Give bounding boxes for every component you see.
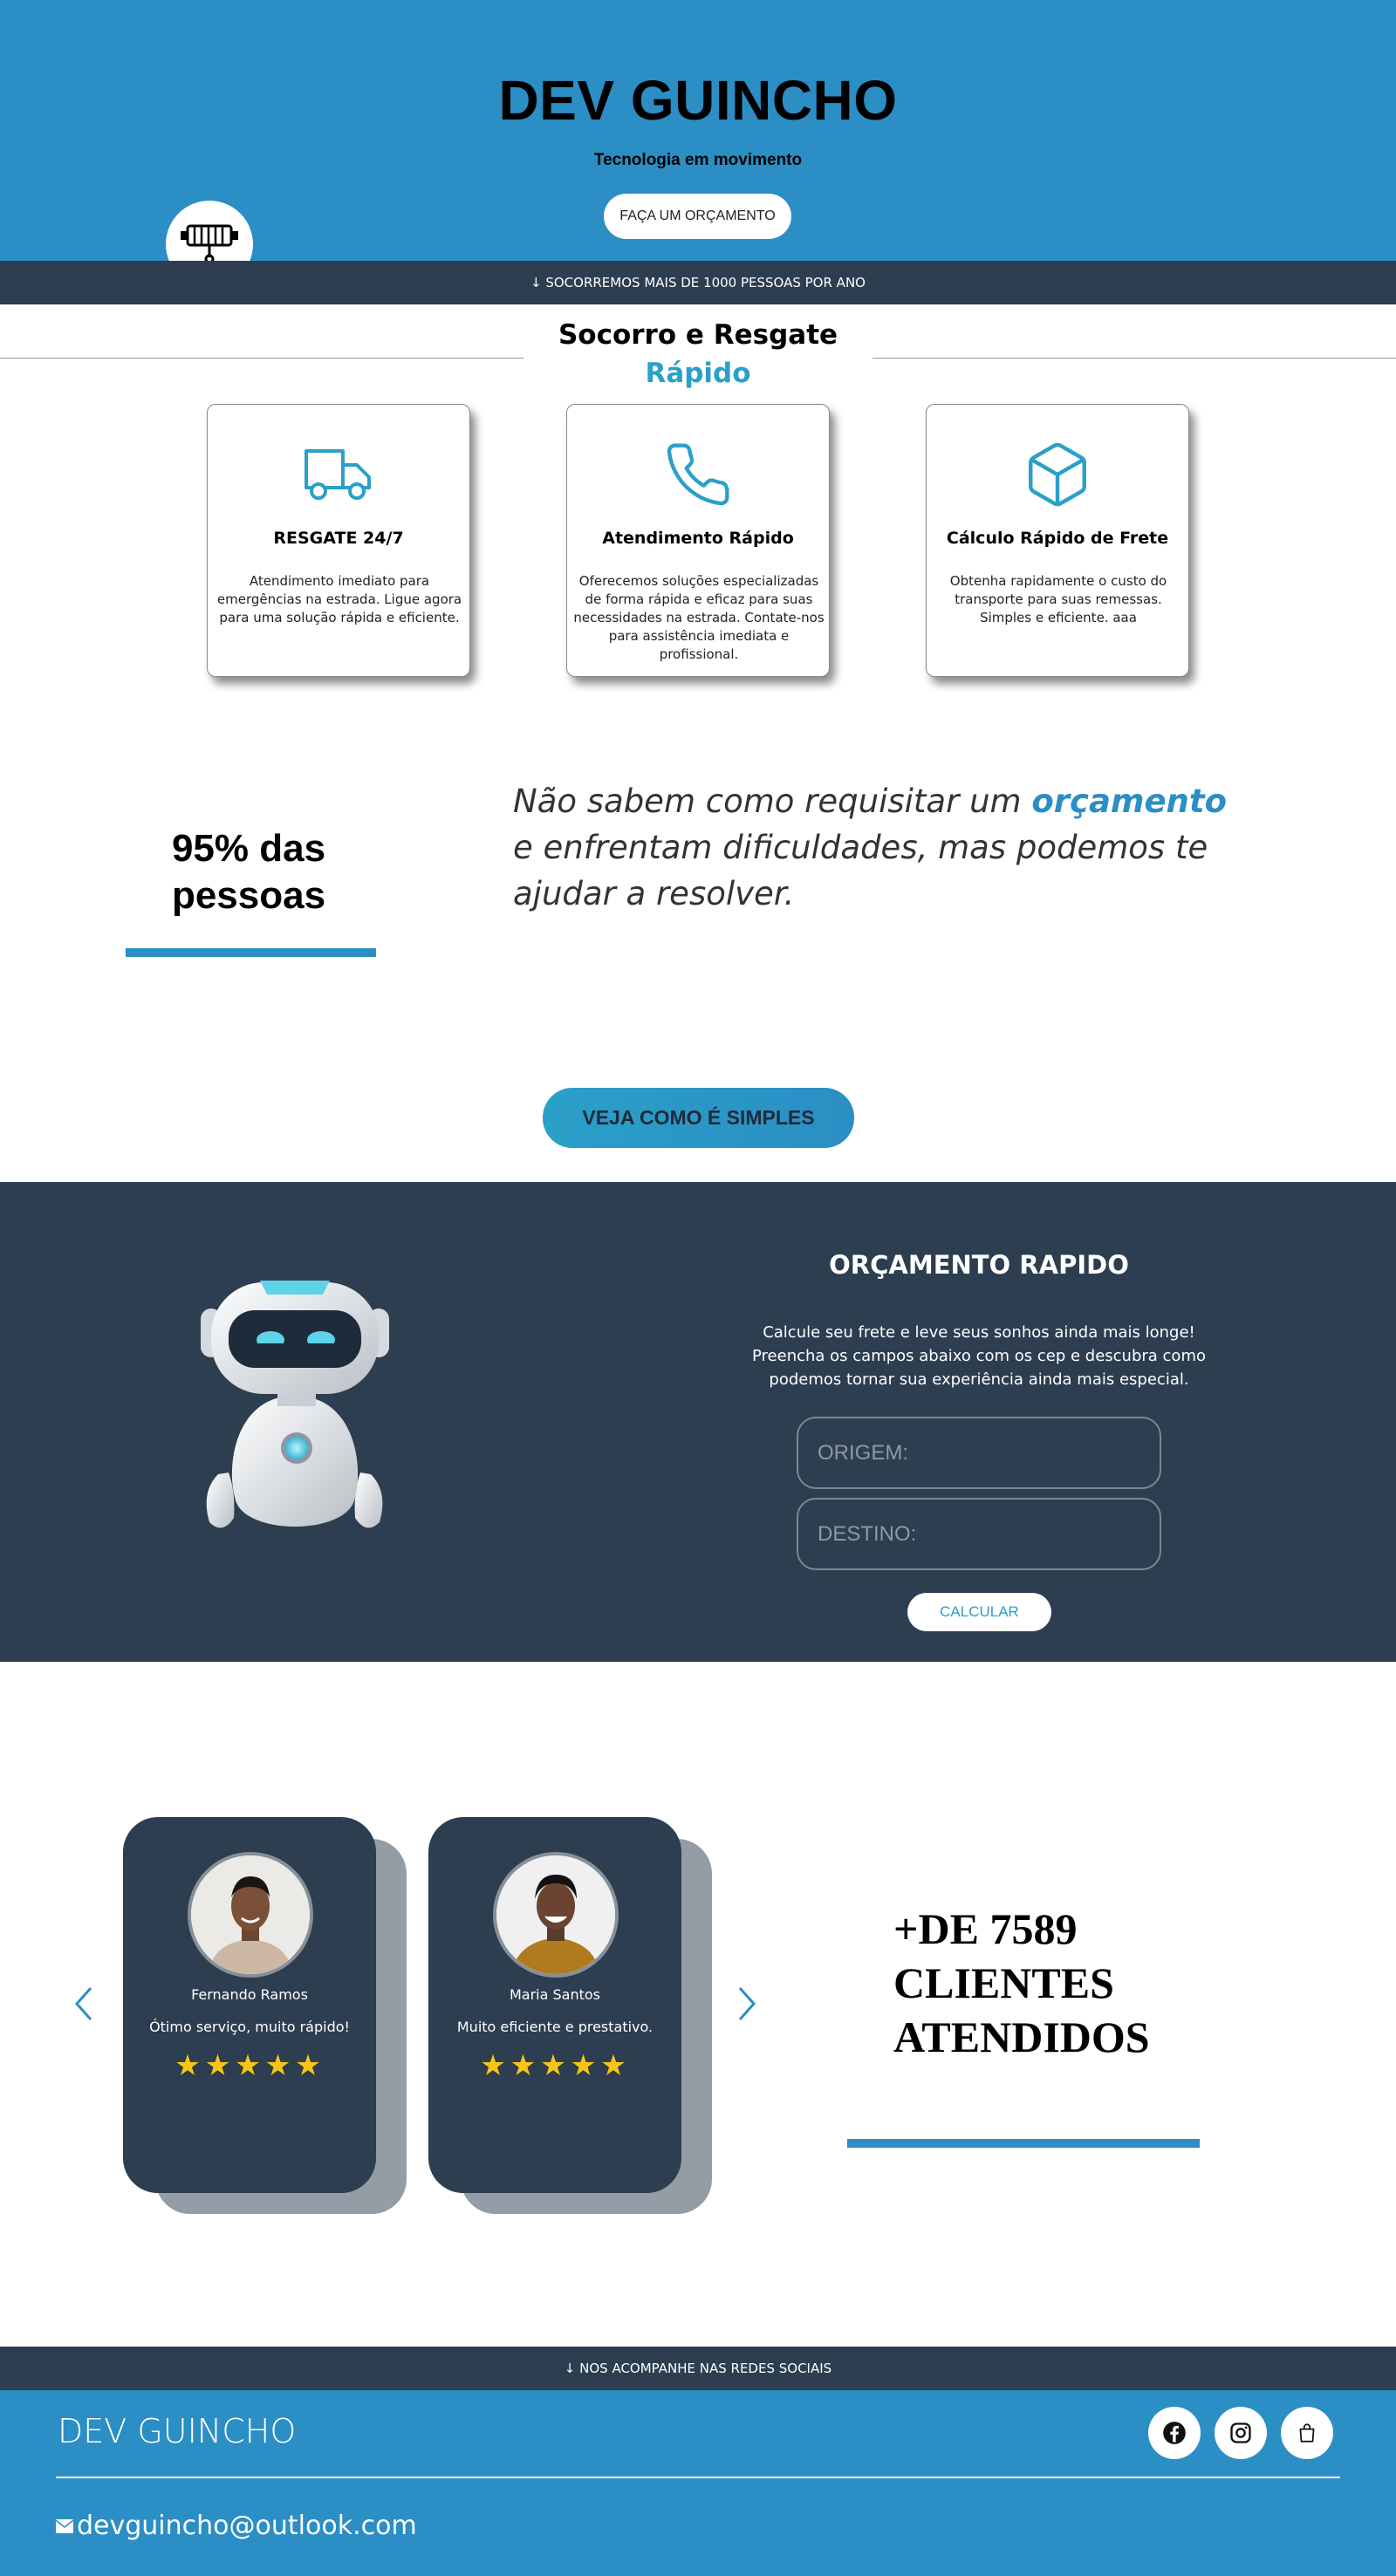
clients-count: +DE 7589 CLIENTES ATENDIDOS [893, 1902, 1260, 2064]
star-rating: ★★★★★ [479, 2048, 631, 2083]
footer-email[interactable]: devguincho@outlook.com [56, 2511, 417, 2541]
percent-stat: 95% das pessoas [171, 827, 326, 917]
testimonial-text: Muito eficiente e prestativo. [456, 2019, 654, 2035]
percent-underline [126, 948, 376, 957]
social-bar: ↓ NOS ACOMPANHE NAS REDES SOCIAIS [0, 2347, 1396, 2390]
feature-title: Atendimento Rápido [602, 529, 794, 548]
instagram-link[interactable] [1215, 2407, 1267, 2459]
origin-input[interactable] [797, 1417, 1161, 1489]
testimonial-card[interactable]: Maria Santos Muito eficiente e prestativ… [428, 1817, 681, 2193]
stats-bar: ↓ SOCORREMOS MAIS DE 1000 PESSOAS POR AN… [0, 261, 1396, 304]
clients-line: CLIENTES [893, 1958, 1114, 2007]
envelope-icon [56, 2518, 73, 2533]
testimonial-card[interactable]: Fernando Ramos Ótimo serviço, muito rápi… [123, 1817, 376, 2193]
feature-card-rescue: RESGATE 24/7 Atendimento imediato para e… [207, 404, 470, 677]
feature-title: RESGATE 24/7 [273, 529, 404, 548]
footer-brand: DEV GUINCHO [58, 2412, 297, 2450]
highlight-quote: Não sabem como requisitar um orçamento e… [513, 778, 1228, 917]
feature-text: Oferecemos soluções especializadas de fo… [573, 573, 825, 662]
avatar [188, 1852, 313, 1978]
feature-card-service: Atendimento Rápido Oferecemos soluções e… [566, 404, 830, 677]
quote-form-title: ORÇAMENTO RAPIDO [829, 1250, 1129, 1280]
section-title-main: Socorro e Resgate [558, 319, 838, 351]
feature-title: Cálculo Rápido de Frete [946, 529, 1169, 548]
quote-after: e enfrentam dificuldades, mas podemos te… [513, 829, 1208, 912]
clients-line: +DE 7589 [893, 1904, 1078, 1953]
testimonial-name: Fernando Ramos [191, 1986, 308, 2003]
chevron-right-icon [738, 1987, 756, 2020]
quote-form-description: Calcule seu frete e leve seus sonhos ain… [752, 1323, 1206, 1389]
feature-card-freight: Cálculo Rápido de Frete Obtenha rapidame… [926, 404, 1189, 677]
chevron-left-icon [74, 1987, 92, 2020]
robot-illustration [201, 1281, 389, 1528]
how-it-works-button[interactable]: VEJA COMO É SIMPLES [543, 1088, 854, 1148]
section-title: Socorro e Resgate Rápido [524, 316, 872, 393]
clients-underline [847, 2139, 1200, 2148]
avatar [493, 1852, 619, 1978]
shop-link[interactable] [1281, 2407, 1333, 2459]
testimonial-name: Maria Santos [509, 1986, 601, 2003]
email-address[interactable]: devguincho@outlook.com [77, 2511, 417, 2541]
facebook-icon [1163, 2422, 1186, 2444]
quote-before: Não sabem como requisitar um [513, 782, 1022, 820]
carousel-next-button[interactable] [729, 1982, 764, 2026]
star-rating: ★★★★★ [174, 2048, 325, 2083]
footer-divider [56, 2477, 1340, 2478]
clients-line: ATENDIDOS [893, 2012, 1150, 2061]
facebook-link[interactable] [1148, 2407, 1201, 2459]
feature-text: Atendimento imediato para emergências na… [216, 573, 462, 625]
box-icon [1029, 442, 1086, 507]
testimonial-text: Ótimo serviço, muito rápido! [149, 2019, 350, 2035]
calculate-button[interactable]: CALCULAR [907, 1593, 1051, 1631]
carousel-prev-button[interactable] [66, 1982, 101, 2026]
destination-input[interactable] [797, 1498, 1161, 1570]
feature-text: Obtenha rapidamente o custo do transport… [949, 573, 1167, 625]
shopping-bag-icon [1299, 2423, 1315, 2443]
tagline: Tecnologia em movimento [593, 151, 803, 169]
request-quote-button[interactable]: FAÇA UM ORÇAMENTO [604, 194, 791, 239]
instagram-icon [1230, 2422, 1251, 2443]
phone-icon [667, 443, 729, 506]
site-title: DEV GUINCHO [498, 69, 898, 132]
truck-icon [305, 449, 371, 500]
quote-accent: orçamento [1031, 782, 1228, 820]
section-title-accent: Rápido [645, 358, 751, 389]
